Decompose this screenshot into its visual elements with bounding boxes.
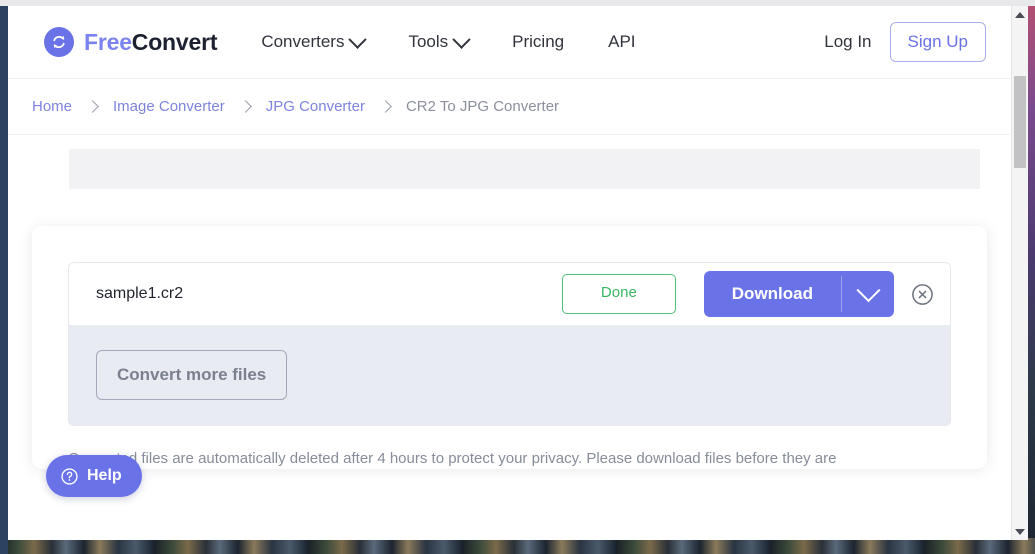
nav-item-pricing[interactable]: Pricing	[490, 26, 586, 58]
nav-item-api[interactable]: API	[586, 26, 657, 58]
scroll-down-button[interactable]	[1012, 523, 1028, 540]
logo-text: FreeConvert	[84, 28, 218, 56]
download-button-group[interactable]: Download	[703, 271, 894, 317]
browser-window: FreeConvert Converters Tools Pricing API…	[8, 6, 1028, 540]
logo-text-convert: Convert	[131, 28, 218, 55]
nav-label-pricing: Pricing	[512, 32, 565, 51]
chevron-down-icon	[855, 277, 881, 302]
chevron-right-icon	[379, 100, 392, 113]
nav-label-api: API	[608, 32, 636, 51]
nav-item-tools[interactable]: Tools	[386, 26, 490, 58]
primary-navigation: Converters Tools Pricing API	[239, 26, 657, 58]
question-circle-icon	[61, 467, 78, 485]
convert-more-files-button[interactable]: Convert more files	[96, 350, 288, 400]
chevron-right-icon	[238, 100, 252, 113]
scroll-up-button[interactable]	[1012, 6, 1028, 23]
truncated-content-block	[69, 149, 980, 189]
triangle-down-icon	[1015, 528, 1025, 535]
breadcrumb-item-current: CR2 To JPG Converter	[405, 98, 560, 115]
chevron-down-icon	[452, 29, 471, 49]
convert-more-panel: Convert more files	[68, 325, 951, 426]
nav-label-tools: Tools	[408, 32, 449, 51]
chevron-down-icon	[348, 29, 368, 49]
download-button[interactable]: Download	[704, 271, 841, 317]
file-row: sample1.cr2 Done Download	[68, 262, 951, 325]
window-top-edge	[0, 0, 1035, 6]
breadcrumb-divider	[8, 134, 1010, 135]
account-navigation: Log In Sign Up	[806, 22, 1010, 62]
sign-up-button[interactable]: Sign Up	[889, 22, 986, 62]
conversion-result-card: sample1.cr2 Done Download Convert more f…	[32, 226, 987, 469]
logo-text-free: Free	[84, 28, 132, 55]
status-badge-done[interactable]: Done	[561, 274, 676, 314]
chevron-right-icon	[86, 100, 99, 113]
log-in-link[interactable]: Log In	[806, 26, 889, 58]
window-left-edge	[0, 0, 8, 554]
file-row-actions: Done Download	[561, 271, 950, 317]
page-scrollbar[interactable]	[1011, 6, 1028, 540]
desktop-taskbar-strip	[0, 538, 1035, 554]
site-header: FreeConvert Converters Tools Pricing API…	[8, 6, 1010, 78]
file-name-label: sample1.cr2	[96, 285, 184, 302]
scrollbar-thumb[interactable]	[1014, 76, 1026, 168]
close-circle-icon	[911, 283, 933, 305]
nav-item-converters[interactable]: Converters	[239, 26, 386, 58]
breadcrumb: Home Image Converter JPG Converter CR2 T…	[8, 79, 1010, 134]
breadcrumb-item-image-converter[interactable]: Image Converter	[113, 98, 225, 115]
web-page: FreeConvert Converters Tools Pricing API…	[8, 6, 1010, 540]
nav-label-converters: Converters	[261, 32, 345, 51]
site-logo[interactable]: FreeConvert	[44, 27, 218, 57]
remove-file-button[interactable]	[910, 282, 934, 306]
retention-notice: Converted files are automatically delete…	[68, 450, 837, 467]
refresh-circle-icon	[44, 27, 74, 57]
breadcrumb-item-home[interactable]: Home	[32, 98, 72, 115]
help-widget-button[interactable]: Help	[46, 455, 142, 497]
desktop-screen: FreeConvert Converters Tools Pricing API…	[0, 0, 1035, 554]
triangle-up-icon	[1015, 11, 1025, 18]
breadcrumb-item-jpg-converter[interactable]: JPG Converter	[266, 98, 365, 115]
help-widget-label: Help	[87, 467, 122, 484]
download-options-toggle[interactable]	[842, 271, 894, 317]
